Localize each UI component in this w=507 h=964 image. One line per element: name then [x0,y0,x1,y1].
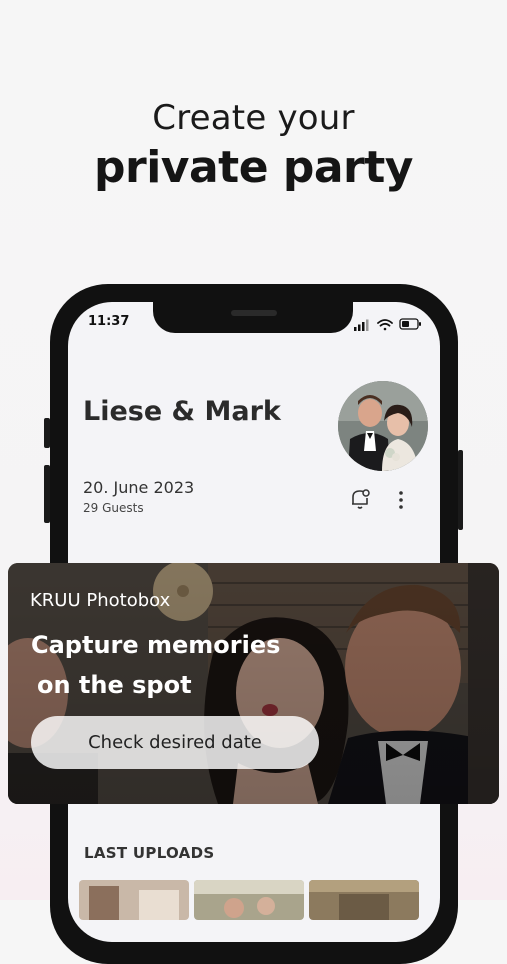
upload-thumbnail[interactable] [194,880,304,920]
promo-headline-line2: on the spot [37,671,192,699]
headline-line1: Create your [152,98,355,138]
phone-side-button [44,418,50,448]
status-time: 11:37 [88,314,130,329]
phone-side-button [458,450,463,530]
signal-icon [354,319,369,331]
bell-icon[interactable] [349,487,371,511]
event-date: 20. June 2023 [83,478,195,497]
promo-headline-line1: Capture memories [31,631,281,659]
event-title: Liese & Mark [83,396,281,427]
promo-brand: KRUU Photobox [30,590,171,611]
phone-speaker [231,310,277,316]
last-uploads-heading: LAST UPLOADS [84,844,215,862]
upload-thumbnail[interactable] [309,880,419,920]
headline-line2: private party [94,142,413,193]
phone-side-button [44,465,50,523]
wifi-icon [377,319,393,331]
check-date-button[interactable]: Check desired date [31,716,319,769]
more-vertical-icon[interactable] [393,489,409,511]
status-icons [354,318,421,331]
couple-avatar[interactable] [338,381,428,471]
guest-count: 29 Guests [83,501,144,515]
phone-notch [153,299,353,333]
battery-icon [399,318,421,330]
upload-thumbnail[interactable] [79,880,189,920]
